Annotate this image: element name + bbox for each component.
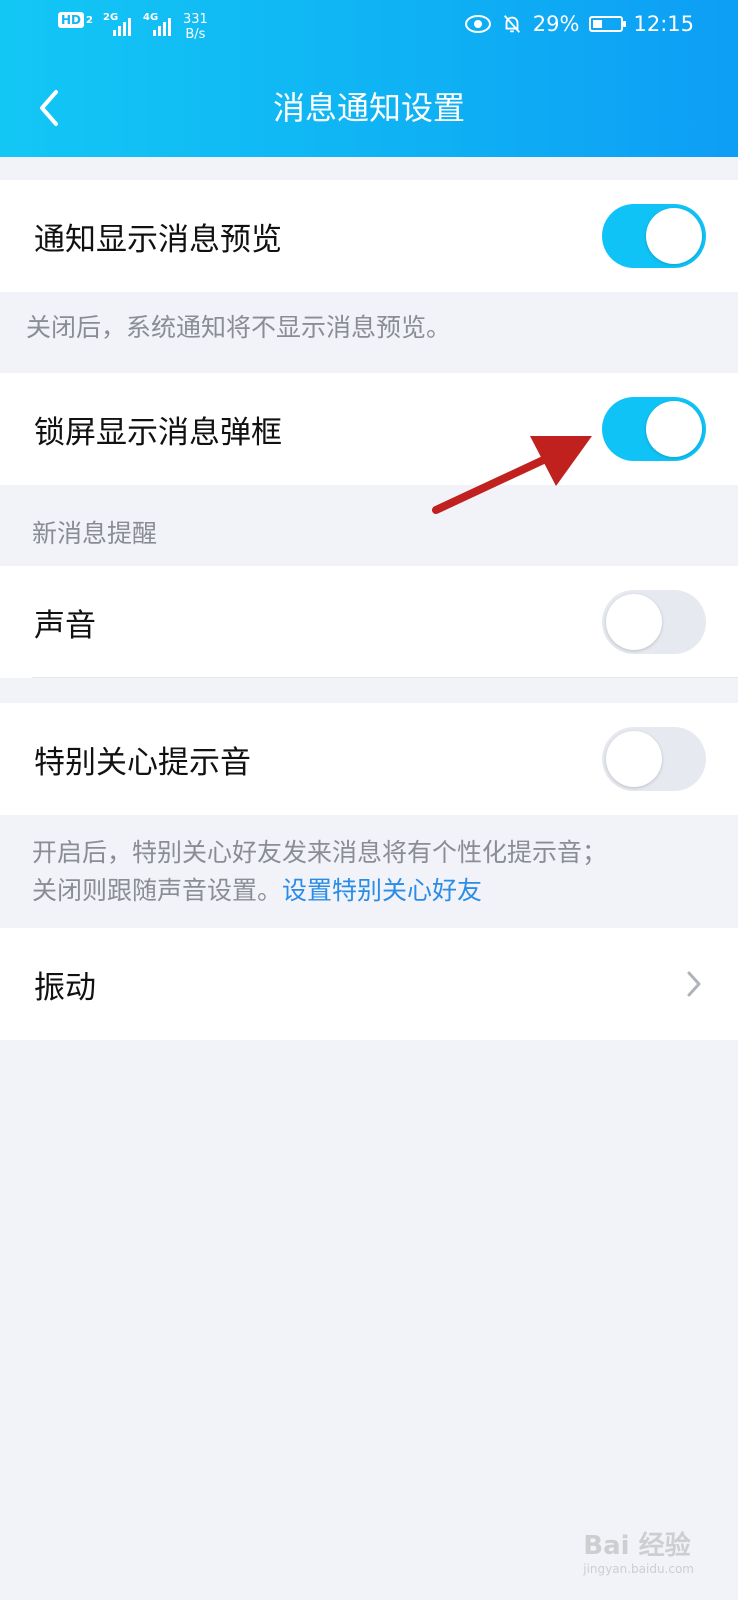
section-new-message: 新消息提醒 xyxy=(32,519,158,548)
signal-icon-2: 4G xyxy=(143,12,173,36)
toggle-knob xyxy=(646,401,702,457)
clock: 12:15 xyxy=(633,12,694,36)
setting-row-vibrate[interactable]: 振动 xyxy=(0,928,738,1040)
setting-row-special: 特别关心提示音 xyxy=(0,703,738,815)
preview-toggle[interactable] xyxy=(602,204,706,268)
signal-icon-1: 2G xyxy=(103,12,133,36)
special-toggle[interactable] xyxy=(602,727,706,791)
chevron-right-icon xyxy=(687,971,701,997)
preview-note: 关闭后，系统通知将不显示消息预览。 xyxy=(26,313,452,342)
special-note-line2: 关闭则跟随声音设置。 xyxy=(32,876,283,905)
net-speed-unit: B/s xyxy=(185,27,206,42)
annotation-arrow-icon xyxy=(432,436,592,514)
status-bar: HD 2 2G 4G 331 B/s 29% 12:15 xyxy=(0,0,738,58)
special-care-link[interactable]: 设置特别关心好友 xyxy=(282,876,482,905)
nav-bar: 消息通知设置 xyxy=(0,58,738,157)
eye-icon xyxy=(464,15,491,33)
battery-icon xyxy=(589,16,627,32)
special-label: 特别关心提示音 xyxy=(34,744,251,781)
net-speed: 331 B/s xyxy=(183,12,208,42)
sim-label: 2 xyxy=(86,14,93,26)
setting-row-sound: 声音 xyxy=(0,566,738,678)
preview-label: 通知显示消息预览 xyxy=(34,221,282,258)
watermark-text: Bai 经验 xyxy=(583,1531,691,1561)
setting-row-preview: 通知显示消息预览 xyxy=(0,180,738,292)
hd-label: HD xyxy=(58,12,85,28)
setting-row-lockscreen: 锁屏显示消息弹框 xyxy=(0,373,738,485)
top-bar: HD 2 2G 4G 331 B/s 29% 12:15 消息通知设置 xyxy=(0,0,738,157)
net-speed-value: 331 xyxy=(182,12,208,27)
sound-label: 声音 xyxy=(34,607,96,644)
special-note-line1: 开启后，特别关心好友发来消息将有个性化提示音； xyxy=(32,838,608,867)
watermark: Bai 经验 jingyan.baidu.com xyxy=(583,1525,694,1576)
special-note: 开启后，特别关心好友发来消息将有个性化提示音； 关闭则跟随声音设置。设置特别关心… xyxy=(32,834,607,910)
divider xyxy=(32,677,738,678)
battery-percent: 29% xyxy=(532,12,580,36)
vibrate-label: 振动 xyxy=(34,969,96,1006)
sound-toggle[interactable] xyxy=(602,590,706,654)
hd-indicator: HD 2 xyxy=(58,12,93,28)
lockscreen-toggle[interactable] xyxy=(602,397,706,461)
page-title: 消息通知设置 xyxy=(272,89,465,127)
toggle-knob xyxy=(606,731,662,787)
watermark-sub: jingyan.baidu.com xyxy=(583,1562,694,1576)
bell-off-icon xyxy=(503,15,520,33)
toggle-knob xyxy=(606,594,662,650)
toggle-knob xyxy=(646,208,702,264)
lockscreen-label: 锁屏显示消息弹框 xyxy=(34,414,282,451)
